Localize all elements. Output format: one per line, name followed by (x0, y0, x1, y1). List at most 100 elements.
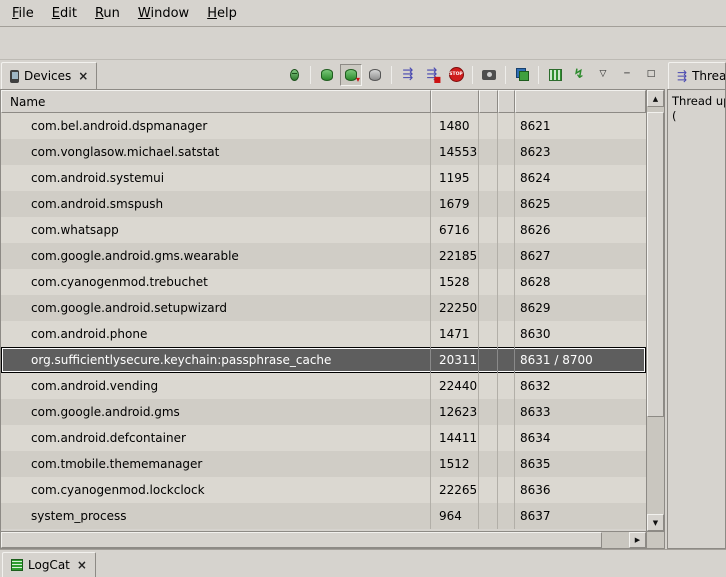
process-status-cell (479, 451, 498, 477)
process-port: 8624 (515, 165, 646, 191)
process-status-cell (498, 243, 515, 269)
scroll-right-button[interactable]: ▶ (629, 532, 646, 548)
process-name: com.google.android.gms (1, 399, 431, 425)
scroll-up-button[interactable]: ▲ (647, 90, 664, 107)
column-header-port[interactable] (515, 90, 646, 113)
column-header-name-label: Name (10, 95, 45, 109)
process-pid: 22265 (431, 477, 479, 503)
process-port: 8633 (515, 399, 646, 425)
close-icon[interactable]: × (77, 558, 87, 572)
scroll-down-icon: ▼ (653, 519, 658, 527)
process-pid: 14553 (431, 139, 479, 165)
process-pid: 1528 (431, 269, 479, 295)
opengl-trace-button[interactable]: ↯ (568, 64, 590, 86)
table-row[interactable]: com.tmobile.thememanager 1512 8635 (1, 451, 646, 477)
ddms-window: File Edit Run Window Help Devices × ▾ (0, 0, 726, 577)
table-row[interactable]: com.android.vending 22440 8632 (1, 373, 646, 399)
tab-devices[interactable]: Devices × (1, 62, 97, 89)
process-status-cell (479, 399, 498, 425)
horizontal-scroll-thumb[interactable] (1, 532, 602, 548)
systrace-button[interactable] (544, 64, 566, 86)
table-row[interactable]: com.android.defcontainer 14411 8634 (1, 425, 646, 451)
view-menu-button[interactable]: ▽ (592, 64, 614, 86)
table-row-selected[interactable]: org.sufficientlysecure.keychain:passphra… (1, 347, 646, 373)
menu-run[interactable]: Run (86, 2, 129, 25)
tab-threads[interactable]: ⇶ Threads (668, 62, 726, 89)
process-status-cell (479, 347, 498, 373)
process-port: 8629 (515, 295, 646, 321)
main-area: Devices × ▾ ⇶ ⇶■ STOP (0, 60, 726, 549)
process-pid: 1195 (431, 165, 479, 191)
table-row[interactable]: com.cyanogenmod.lockclock 22265 8636 (1, 477, 646, 503)
update-heap-button[interactable] (316, 64, 338, 86)
column-header-status1[interactable] (479, 90, 498, 113)
table-row[interactable]: system_process 964 8637 (1, 503, 646, 529)
process-status-cell (498, 451, 515, 477)
table-row[interactable]: com.bel.android.dspmanager 1480 8621 (1, 113, 646, 139)
maximize-icon: □ (647, 70, 656, 79)
table-row[interactable]: com.google.android.setupwizard 22250 862… (1, 295, 646, 321)
process-status-cell (479, 373, 498, 399)
minimize-button[interactable]: ─ (616, 64, 638, 86)
maximize-button[interactable]: □ (640, 64, 662, 86)
hierarchy-icon (516, 68, 529, 81)
view-hierarchy-button[interactable] (511, 64, 533, 86)
dump-hprof-button[interactable]: ▾ (340, 64, 362, 86)
debug-process-button[interactable] (283, 64, 305, 86)
process-name: com.android.smspush (1, 191, 431, 217)
process-pid: 22440 (431, 373, 479, 399)
process-status-cell (479, 139, 498, 165)
table-row[interactable]: com.cyanogenmod.trebuchet 1528 8628 (1, 269, 646, 295)
scrollbar-corner (646, 532, 664, 548)
table-row[interactable]: com.android.systemui 1195 8624 (1, 165, 646, 191)
process-status-cell (479, 295, 498, 321)
cause-gc-button[interactable] (364, 64, 386, 86)
update-threads-button[interactable]: ⇶ (397, 64, 419, 86)
close-icon[interactable]: × (78, 69, 88, 83)
horizontal-scrollbar[interactable]: ▶ (1, 531, 664, 548)
process-status-cell (498, 399, 515, 425)
vertical-scrollbar[interactable]: ▲ ▼ (646, 90, 664, 531)
menu-help[interactable]: Help (198, 2, 246, 25)
table-row[interactable]: com.whatsapp 6716 8626 (1, 217, 646, 243)
menu-file[interactable]: File (3, 2, 43, 25)
table-row[interactable]: com.android.phone 1471 8630 (1, 321, 646, 347)
tab-logcat[interactable]: LogCat × (2, 552, 96, 577)
table-header: Name (1, 90, 646, 113)
process-status-cell (498, 269, 515, 295)
vertical-scroll-thumb[interactable] (647, 112, 664, 417)
process-status-cell (498, 295, 515, 321)
table-row[interactable]: com.android.smspush 1679 8625 (1, 191, 646, 217)
column-header-status2[interactable] (498, 90, 515, 113)
threads-tab-icon: ⇶ (677, 70, 687, 82)
process-name: com.cyanogenmod.trebuchet (1, 269, 431, 295)
table-row[interactable]: com.vonglasow.michael.satstat 14553 8623 (1, 139, 646, 165)
process-status-cell (498, 113, 515, 139)
process-pid: 20311 (431, 347, 479, 373)
process-port: 8632 (515, 373, 646, 399)
stop-process-button[interactable]: STOP (445, 64, 467, 86)
opengl-trace-icon: ↯ (574, 68, 585, 81)
bottom-tabbar: LogCat × (0, 549, 726, 577)
table-row[interactable]: com.google.android.gms 12623 8633 (1, 399, 646, 425)
menu-edit[interactable]: Edit (43, 2, 86, 25)
column-header-name[interactable]: Name (1, 90, 431, 113)
menu-window[interactable]: Window (129, 2, 198, 25)
process-status-cell (498, 217, 515, 243)
column-header-pid[interactable] (431, 90, 479, 113)
table-row[interactable]: com.google.android.gms.wearable 22185 86… (1, 243, 646, 269)
tab-logcat-label: LogCat (28, 558, 70, 572)
process-status-cell (498, 139, 515, 165)
horizontal-scroll-track[interactable] (602, 532, 629, 548)
scroll-down-button[interactable]: ▼ (647, 514, 664, 531)
process-port: 8634 (515, 425, 646, 451)
method-profiling-button[interactable]: ⇶■ (421, 64, 443, 86)
scroll-right-icon: ▶ (635, 536, 640, 544)
threads-message-line2: ( (672, 109, 721, 124)
vertical-scroll-track[interactable] (647, 107, 664, 514)
screen-capture-button[interactable] (478, 64, 500, 86)
debug-bug-icon (290, 69, 299, 81)
threads-view: ⇶ Threads Thread up ( (667, 60, 726, 549)
threads-body: Thread up ( (667, 89, 726, 549)
process-name: com.tmobile.thememanager (1, 451, 431, 477)
